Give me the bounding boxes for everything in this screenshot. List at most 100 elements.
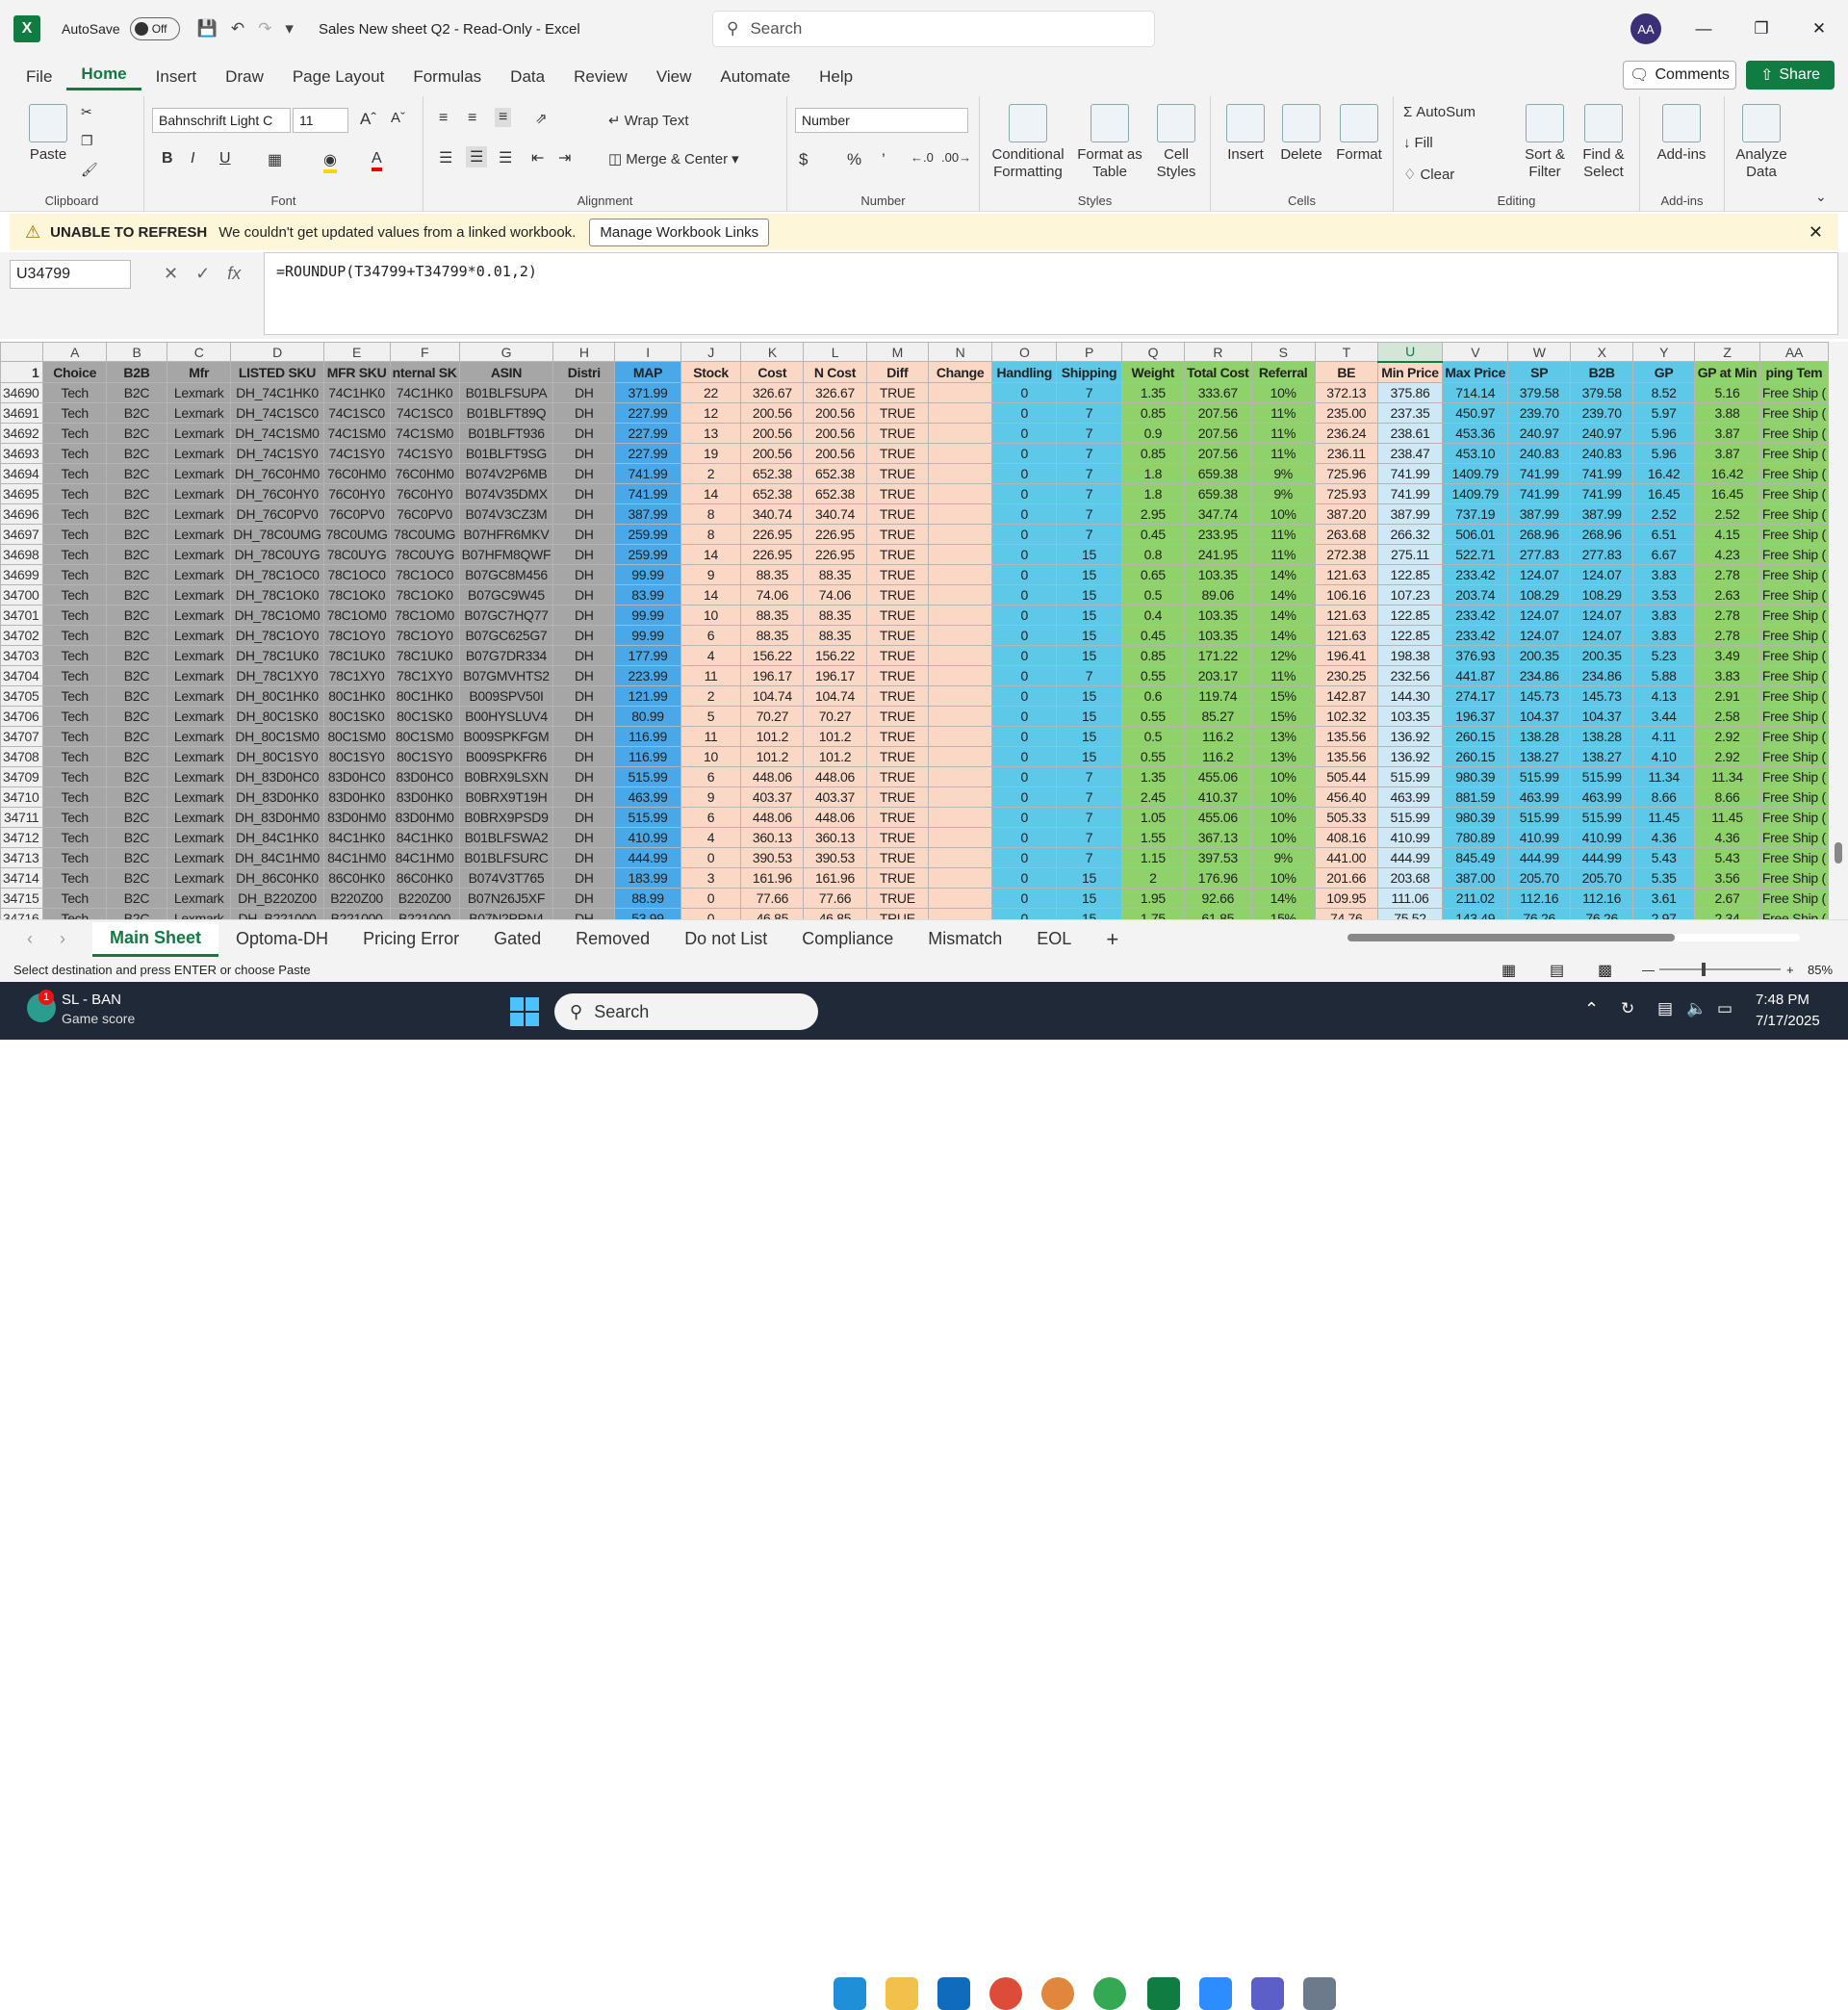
table-cell[interactable]: 326.67: [803, 382, 867, 403]
table-cell[interactable]: Tech: [42, 867, 107, 889]
table-cell[interactable]: 9%: [1250, 847, 1316, 868]
table-cell[interactable]: 83D0HC0: [389, 766, 460, 787]
table-cell[interactable]: 78C0UYG: [322, 544, 391, 565]
column-title-cell[interactable]: Weight: [1120, 361, 1186, 383]
table-cell[interactable]: Lexmark: [166, 564, 232, 585]
table-cell[interactable]: TRUE: [865, 847, 930, 868]
table-cell[interactable]: 10%: [1250, 382, 1316, 403]
row-header[interactable]: 34690: [0, 382, 44, 403]
table-cell[interactable]: 200.56: [740, 443, 805, 464]
find-select-button[interactable]: Find & Select: [1577, 104, 1630, 181]
table-cell[interactable]: 122.85: [1376, 625, 1444, 646]
table-cell[interactable]: B2C: [105, 685, 168, 707]
menu-home[interactable]: Home: [66, 64, 141, 90]
decrease-decimal-icon[interactable]: .00→: [941, 150, 971, 165]
increase-indent-icon[interactable]: ⇥: [558, 148, 571, 168]
table-cell[interactable]: [928, 908, 993, 919]
table-cell[interactable]: DH: [552, 847, 616, 868]
table-cell[interactable]: 515.99: [1376, 807, 1444, 828]
table-cell[interactable]: 14: [680, 584, 742, 606]
table-cell[interactable]: 2: [680, 685, 742, 707]
table-cell[interactable]: 2.52: [1694, 503, 1760, 525]
table-cell[interactable]: 505.44: [1314, 766, 1378, 787]
table-cell[interactable]: TRUE: [865, 503, 930, 525]
table-cell[interactable]: 83.99: [614, 584, 681, 606]
table-cell[interactable]: 0.85: [1120, 443, 1186, 464]
table-cell[interactable]: 83D0HM0: [389, 807, 460, 828]
table-cell[interactable]: 448.06: [803, 766, 867, 787]
table-cell[interactable]: 144.30: [1376, 685, 1444, 707]
table-cell[interactable]: B2C: [105, 503, 168, 525]
table-cell[interactable]: 6: [680, 807, 742, 828]
clock-time[interactable]: 7:48 PM: [1756, 992, 1810, 1008]
table-cell[interactable]: 2.34: [1694, 908, 1760, 919]
name-box[interactable]: U34799: [10, 260, 131, 289]
table-cell[interactable]: Free Ship (: [1758, 605, 1829, 626]
column-title-cell[interactable]: Handling: [991, 361, 1058, 383]
table-cell[interactable]: 196.17: [803, 665, 867, 686]
table-cell[interactable]: DH: [552, 746, 616, 767]
row-header[interactable]: 34696: [0, 503, 44, 525]
table-cell[interactable]: 15: [1056, 746, 1122, 767]
table-cell[interactable]: 0: [991, 382, 1058, 403]
table-cell[interactable]: 240.83: [1507, 443, 1572, 464]
table-cell[interactable]: 78C1UK0: [322, 645, 391, 666]
table-cell[interactable]: Tech: [42, 888, 107, 909]
table-cell[interactable]: B2C: [105, 564, 168, 585]
row-header[interactable]: 34698: [0, 544, 44, 565]
table-cell[interactable]: Free Ship (: [1758, 685, 1829, 707]
row-header[interactable]: 34705: [0, 685, 44, 707]
table-cell[interactable]: 463.99: [614, 786, 681, 808]
table-cell[interactable]: 122.85: [1376, 605, 1444, 626]
edge-browser-icon[interactable]: [834, 1977, 866, 2010]
table-cell[interactable]: DH_74C1SC0: [230, 402, 324, 424]
table-cell[interactable]: 1.75: [1120, 908, 1186, 919]
table-cell[interactable]: B07GC8M456: [458, 564, 554, 585]
table-cell[interactable]: 80C1SY0: [389, 746, 460, 767]
table-cell[interactable]: 74C1HK0: [322, 382, 391, 403]
table-cell[interactable]: 441.87: [1442, 665, 1509, 686]
table-cell[interactable]: 70.27: [803, 706, 867, 727]
table-cell[interactable]: TRUE: [865, 625, 930, 646]
table-cell[interactable]: 387.99: [614, 503, 681, 525]
table-cell[interactable]: DH_74C1SM0: [230, 423, 324, 444]
table-cell[interactable]: 86C0HK0: [389, 867, 460, 889]
column-title-cell[interactable]: MAP: [614, 361, 681, 383]
table-cell[interactable]: 2.63: [1694, 584, 1760, 606]
table-cell[interactable]: 203.74: [1442, 584, 1509, 606]
table-cell[interactable]: Lexmark: [166, 443, 232, 464]
font-name-dropdown[interactable]: Bahnschrift Light C: [152, 108, 291, 133]
table-cell[interactable]: DH: [552, 625, 616, 646]
table-cell[interactable]: 456.40: [1314, 786, 1378, 808]
table-cell[interactable]: DH: [552, 665, 616, 686]
table-cell[interactable]: 0.5: [1120, 584, 1186, 606]
table-cell[interactable]: 85.27: [1184, 706, 1252, 727]
table-cell[interactable]: DH: [552, 888, 616, 909]
table-cell[interactable]: 845.49: [1442, 847, 1509, 868]
menu-automate[interactable]: Automate: [706, 67, 805, 87]
table-cell[interactable]: 4.23: [1694, 544, 1760, 565]
table-cell[interactable]: TRUE: [865, 746, 930, 767]
table-cell[interactable]: 4.36: [1632, 827, 1696, 848]
column-title-cell[interactable]: Choice: [42, 361, 107, 383]
table-cell[interactable]: B220Z00: [389, 888, 460, 909]
table-cell[interactable]: 78C1OK0: [322, 584, 391, 606]
table-cell[interactable]: 0: [991, 423, 1058, 444]
table-cell[interactable]: [928, 463, 993, 484]
table-cell[interactable]: 103.35: [1184, 625, 1252, 646]
table-cell[interactable]: DH_84C1HK0: [230, 827, 324, 848]
table-cell[interactable]: 80.99: [614, 706, 681, 727]
table-cell[interactable]: TRUE: [865, 645, 930, 666]
comments-button[interactable]: 🗨 Comments: [1623, 61, 1736, 90]
addins-button[interactable]: Add-ins: [1650, 104, 1713, 164]
table-cell[interactable]: Lexmark: [166, 423, 232, 444]
row-header[interactable]: 34692: [0, 423, 44, 444]
table-cell[interactable]: 205.70: [1570, 867, 1634, 889]
table-cell[interactable]: 0: [991, 605, 1058, 626]
table-cell[interactable]: 10%: [1250, 786, 1316, 808]
table-cell[interactable]: 200.56: [740, 423, 805, 444]
table-cell[interactable]: TRUE: [865, 443, 930, 464]
column-header[interactable]: H: [552, 342, 616, 362]
table-cell[interactable]: Free Ship (: [1758, 625, 1829, 646]
delete-cells-button[interactable]: Delete: [1274, 104, 1328, 164]
